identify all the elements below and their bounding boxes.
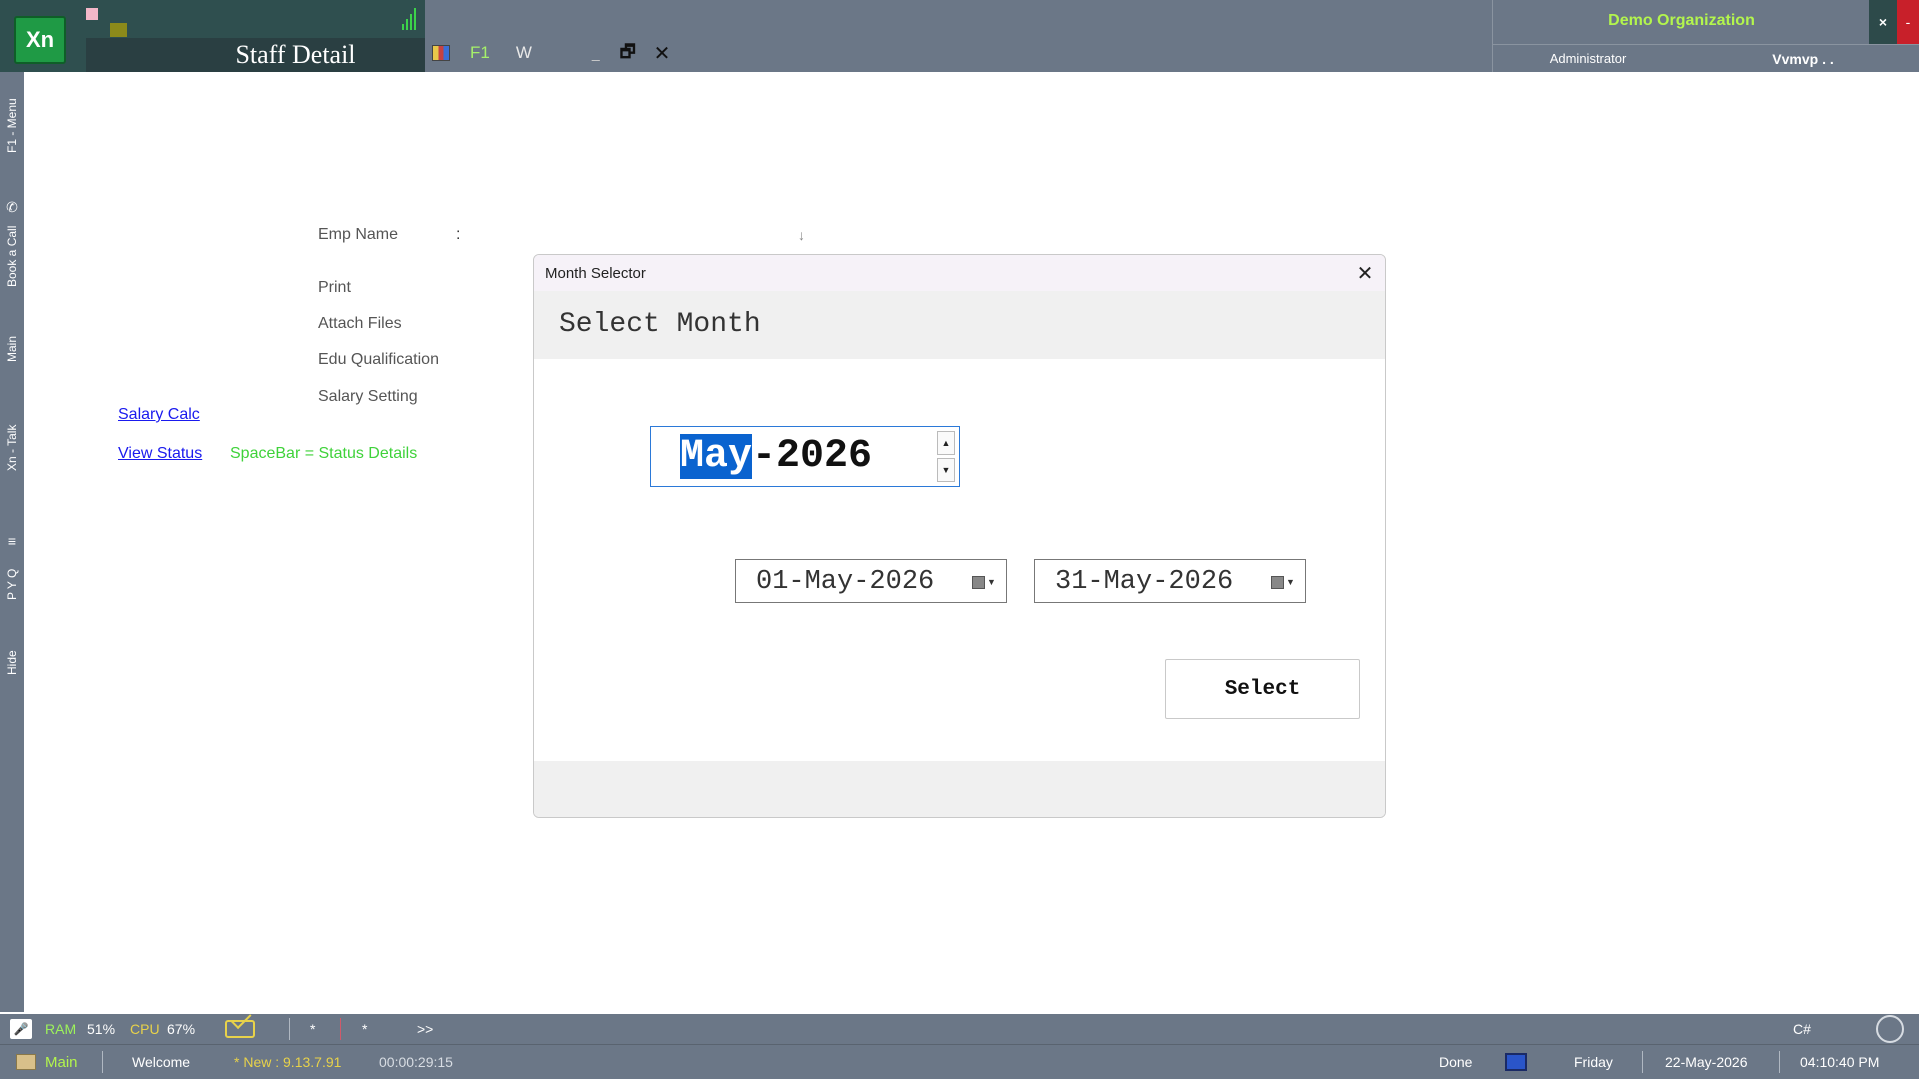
status-bar-bottom: Main Welcome * New : 9.13.7.91 00:00:29:… xyxy=(0,1044,1919,1079)
app-minimize-button[interactable]: - xyxy=(1897,0,1919,44)
globe-icon[interactable] xyxy=(1876,1015,1904,1043)
dialog-title: Month Selector xyxy=(545,265,646,282)
status-hint: SpaceBar = Status Details xyxy=(230,445,418,462)
version-text[interactable]: * New : 9.13.7.91 xyxy=(234,1045,341,1079)
chevron-down-icon: ▼ xyxy=(987,577,996,587)
phone-icon[interactable]: ✆ xyxy=(3,198,21,216)
month-selected-part: May xyxy=(680,434,753,479)
calendar-icon xyxy=(972,575,985,589)
select-button[interactable]: Select xyxy=(1165,659,1360,719)
cpu-label: CPU xyxy=(130,1021,160,1037)
user-role: Administrator xyxy=(1549,51,1627,66)
from-date-picker[interactable]: 01-May-2026 ▼ xyxy=(735,559,1007,603)
status-star-1: * xyxy=(310,1021,316,1037)
restore-icon[interactable]: 🗗 xyxy=(620,39,636,68)
emp-name-label: Emp Name xyxy=(318,226,399,243)
to-date-picker[interactable]: 31-May-2026 ▼ xyxy=(1034,559,1306,603)
pink-indicator-icon xyxy=(86,8,98,20)
folder-icon xyxy=(16,1054,36,1070)
sidebar-tab-main[interactable]: Main xyxy=(0,324,24,374)
month-selector-dialog: Month Selector ✕ Select Month May-2026 ▲… xyxy=(533,254,1386,818)
w-button[interactable]: W xyxy=(516,43,532,63)
minimize-icon[interactable]: _ xyxy=(592,45,600,61)
date-text: 22-May-2026 xyxy=(1665,1054,1748,1070)
dialog-heading: Select Month xyxy=(559,309,761,340)
month-value[interactable]: May-2026 xyxy=(680,431,872,482)
mail-icon[interactable] xyxy=(225,1020,255,1038)
dialog-close-icon[interactable]: ✕ xyxy=(1353,261,1377,285)
status-divider xyxy=(289,1018,290,1040)
org-divider xyxy=(1493,44,1919,45)
f1-button[interactable]: F1 xyxy=(470,43,490,63)
dialog-footer xyxy=(534,761,1385,817)
top-bar: Xn Staff Detail F1 W _ 🗗 ✕ Demo Organiza… xyxy=(0,0,1919,72)
time-text: 04:10:40 PM xyxy=(1800,1054,1880,1070)
day-text: Friday xyxy=(1574,1054,1613,1070)
status-star-2: * xyxy=(362,1021,368,1037)
status-divider-red xyxy=(340,1018,341,1040)
monitor-icon[interactable] xyxy=(1505,1053,1527,1071)
menu-print[interactable]: Print xyxy=(318,279,351,297)
more-button[interactable]: >> xyxy=(417,1014,433,1044)
ram-label: RAM xyxy=(45,1021,77,1037)
menu-salary-setting[interactable]: Salary Setting xyxy=(318,388,418,406)
microphone-icon[interactable]: 🎤 xyxy=(10,1019,32,1039)
status-divider xyxy=(1642,1051,1643,1073)
grid-icon[interactable] xyxy=(432,45,450,61)
sidebar-tab-f1-menu[interactable]: F1 - Menu xyxy=(0,86,24,166)
month-year-part: -2026 xyxy=(752,434,873,479)
sidebar-tab-pyq[interactable]: P Y Q xyxy=(0,552,24,616)
cpu-value: 67% xyxy=(167,1021,196,1037)
status-bar-top: 🎤 RAM 51% CPU 67% * * >> C# xyxy=(0,1014,1919,1044)
window-toolbar: F1 W _ 🗗 ✕ xyxy=(432,40,670,66)
sidebar-tab-xn-talk[interactable]: Xn - Talk xyxy=(0,412,24,484)
session-timer: 00:00:29:15 xyxy=(379,1054,453,1070)
menu-edu-qualification[interactable]: Edu Qualification xyxy=(318,351,439,369)
left-sidebar: F1 - Menu ✆ Book a Call Main Xn - Talk ≡… xyxy=(0,72,24,1012)
to-date-value[interactable]: 31-May-2026 xyxy=(1055,560,1233,604)
emp-name-colon: : xyxy=(456,226,461,243)
from-date-value[interactable]: 01-May-2026 xyxy=(756,560,934,604)
emp-name-dropdown-icon[interactable]: ↓ xyxy=(798,227,805,243)
sidebar-tab-hide[interactable]: Hide xyxy=(0,638,24,688)
chevron-down-icon: ▼ xyxy=(1286,577,1295,587)
salary-calc-link[interactable]: Salary Calc xyxy=(118,406,200,424)
status-divider xyxy=(102,1051,103,1073)
org-panel: Demo Organization Administrator Vvmvp . … xyxy=(1492,0,1919,72)
signal-icon xyxy=(402,6,420,30)
menu-lines-icon[interactable]: ≡ xyxy=(3,532,21,550)
spin-up-icon[interactable]: ▲ xyxy=(937,431,955,455)
menu-attach-files[interactable]: Attach Files xyxy=(318,315,402,333)
welcome-text: Welcome xyxy=(132,1054,191,1070)
from-calendar-dropdown[interactable]: ▼ xyxy=(972,572,998,592)
status-done: Done xyxy=(1439,1054,1473,1070)
org-code: Vvmvp . . xyxy=(1772,51,1834,67)
to-calendar-dropdown[interactable]: ▼ xyxy=(1271,572,1297,592)
view-status-link[interactable]: View Status xyxy=(118,445,202,463)
calendar-icon xyxy=(1271,575,1284,589)
app-close-button[interactable]: × xyxy=(1869,0,1897,44)
sidebar-tab-book-call[interactable]: Book a Call xyxy=(0,218,24,294)
dialog-header: Select Month xyxy=(534,291,1385,359)
dialog-titlebar: Month Selector ✕ xyxy=(534,255,1385,291)
status-divider xyxy=(1779,1051,1780,1073)
organization-name: Demo Organization xyxy=(1608,12,1755,29)
title-block: Xn Staff Detail xyxy=(0,0,425,72)
language-indicator: C# xyxy=(1793,1021,1811,1037)
olive-indicator-icon xyxy=(110,23,127,37)
spin-down-icon[interactable]: ▼ xyxy=(937,458,955,482)
month-spinner[interactable]: May-2026 ▲ ▼ xyxy=(650,426,960,487)
ram-value: 51% xyxy=(87,1021,116,1037)
close-icon[interactable]: ✕ xyxy=(654,41,671,66)
xn-logo: Xn xyxy=(14,16,66,64)
main-tab[interactable]: Main xyxy=(45,1045,78,1079)
window-title: Staff Detail xyxy=(235,40,356,69)
